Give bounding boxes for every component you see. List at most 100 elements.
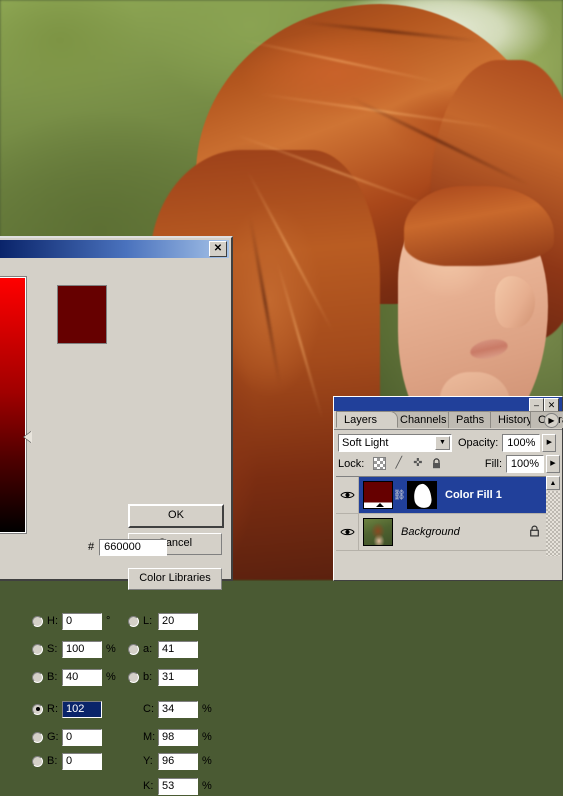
lock-icon-svg — [433, 458, 441, 469]
blend-mode-select[interactable]: Soft Light ▼ — [338, 433, 452, 452]
visibility-eye-icon[interactable] — [336, 514, 359, 550]
input-r[interactable]: 102 — [62, 700, 102, 718]
opacity-label: Opacity: — [458, 436, 499, 449]
fill-input[interactable]: 100% — [506, 454, 544, 473]
color-libraries-button[interactable]: Color Libraries — [128, 568, 222, 590]
chevron-down-icon[interactable]: ▼ — [435, 435, 450, 450]
radio-g[interactable] — [32, 731, 43, 743]
lock-icon-svg — [530, 525, 539, 537]
mask-shape — [412, 482, 433, 508]
selected-color-swatch[interactable] — [57, 285, 107, 344]
field-row-m: M: 98 % — [128, 727, 212, 747]
brush-icon[interactable]: ╱ — [392, 457, 405, 470]
unit-c: % — [202, 703, 212, 715]
tab-channels[interactable]: Channels — [392, 411, 454, 428]
label-a: a: — [143, 643, 153, 655]
lock-label: Lock: — [338, 457, 365, 470]
field-row-c: C: 34 % — [128, 699, 212, 719]
field-row-b-blue: B: 0 — [32, 751, 102, 771]
radio-b-lab[interactable] — [128, 671, 139, 683]
close-icon[interactable]: ✕ — [209, 241, 227, 257]
field-row-k: K: 53 % — [128, 776, 212, 796]
layers-panel-titlebar[interactable]: – ✕ — [334, 397, 562, 412]
radio-s[interactable] — [32, 643, 43, 655]
color-ramp-slider[interactable] — [0, 276, 27, 534]
input-b-lab[interactable]: 31 — [158, 668, 198, 686]
label-l: L: — [143, 615, 153, 627]
blend-mode-value: Soft Light — [342, 436, 389, 449]
unit-y: % — [202, 755, 212, 767]
layer-list: ⛓ Color Fill 1 Background — [336, 476, 548, 556]
label-b-lab: b: — [143, 671, 153, 683]
layer-locked-icon — [529, 525, 540, 540]
hex-field-row: # 660000 — [88, 537, 168, 557]
panel-tab-bar: Layers Channels Paths History Character … — [334, 411, 563, 430]
tab-paths[interactable]: Paths — [448, 411, 496, 428]
lock-row: Lock: ╱ ✜ Fill: 100% ▶ — [338, 454, 560, 473]
unit-m: % — [202, 731, 212, 743]
unit-s: % — [106, 643, 116, 655]
label-k: K: — [143, 780, 154, 792]
radio-r[interactable] — [32, 703, 43, 715]
input-l[interactable]: 20 — [158, 612, 198, 630]
label-r: R: — [47, 703, 58, 715]
layer-list-scrollbar[interactable]: ▲ — [546, 476, 560, 556]
visibility-eye-icon[interactable] — [336, 477, 359, 513]
color-picker-dialog: ✕ OK Cancel Color Libraries H: 0 ° S: 10… — [0, 236, 233, 795]
scrollbar-track[interactable] — [546, 491, 560, 556]
input-h[interactable]: 0 — [62, 612, 102, 630]
input-b-brightness[interactable]: 40 — [62, 668, 102, 686]
close-icon[interactable]: ✕ — [544, 398, 559, 412]
input-m[interactable]: 98 — [158, 728, 198, 746]
color-picker-titlebar[interactable]: ✕ — [0, 240, 229, 258]
tab-layers[interactable]: Layers — [336, 411, 398, 428]
radio-b-brightness[interactable] — [32, 671, 43, 683]
field-row-y: Y: 96 % — [128, 751, 212, 771]
input-a[interactable]: 41 — [158, 640, 198, 658]
input-s[interactable]: 100 — [62, 640, 102, 658]
move-icon[interactable]: ✜ — [411, 457, 424, 470]
input-g[interactable]: 0 — [62, 728, 102, 746]
ok-button[interactable]: OK — [128, 504, 224, 528]
panel-menu-icon[interactable]: ▶ — [544, 413, 559, 428]
minimize-icon[interactable]: – — [529, 398, 544, 412]
unit-k: % — [202, 780, 212, 792]
layer-name[interactable]: Background — [401, 526, 460, 538]
layer-name[interactable]: Color Fill 1 — [445, 489, 502, 501]
transparency-checker-icon[interactable] — [373, 457, 387, 470]
field-row-b-brightness: B: 40 % — [32, 667, 116, 687]
scroll-up-arrow-icon[interactable]: ▲ — [546, 476, 560, 490]
input-hex[interactable]: 660000 — [99, 538, 168, 556]
fill-arrow-icon[interactable]: ▶ — [546, 454, 560, 473]
label-g: G: — [47, 731, 59, 743]
opacity-arrow-icon[interactable]: ▶ — [542, 433, 557, 452]
lock-icon-group: ╱ ✜ — [373, 457, 443, 470]
opacity-input[interactable]: 100% — [502, 433, 541, 452]
layer-thumbnail-background[interactable] — [363, 518, 393, 546]
label-y: Y: — [143, 755, 153, 767]
layer-thumbnail-fill[interactable] — [363, 481, 393, 509]
input-b-blue[interactable]: 0 — [62, 752, 102, 770]
layers-panel: – ✕ Layers Channels Paths History Charac… — [333, 396, 563, 581]
field-row-h: H: 0 ° — [32, 611, 110, 631]
field-row-r: R: 102 — [32, 699, 102, 719]
input-k[interactable]: 53 — [158, 777, 198, 795]
input-c[interactable]: 34 — [158, 700, 198, 718]
radio-a[interactable] — [128, 643, 139, 655]
input-y[interactable]: 96 — [158, 752, 198, 770]
color-ramp-gradient — [0, 278, 25, 532]
layer-row-color-fill-1[interactable]: ⛓ Color Fill 1 — [336, 477, 548, 514]
label-s: S: — [47, 643, 58, 655]
radio-b-blue[interactable] — [32, 755, 43, 767]
field-row-g: G: 0 — [32, 727, 102, 747]
link-icon[interactable]: ⛓ — [393, 490, 406, 501]
radio-h[interactable] — [32, 615, 43, 627]
lock-icon[interactable] — [430, 457, 443, 470]
radio-l[interactable] — [128, 615, 139, 627]
layer-mask-thumbnail[interactable] — [407, 481, 437, 509]
blend-mode-row: Soft Light ▼ Opacity: 100% ▶ — [338, 433, 560, 452]
eye-icon-svg — [339, 528, 355, 536]
color-ramp-marker[interactable] — [24, 431, 32, 443]
eye-icon-svg — [339, 491, 355, 499]
layer-row-background[interactable]: Background — [336, 514, 548, 551]
